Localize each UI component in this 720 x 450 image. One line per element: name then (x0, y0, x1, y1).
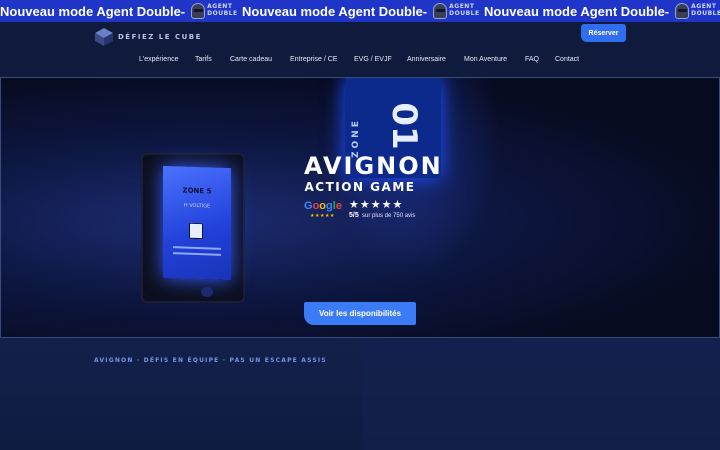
ticker-item[interactable]: Nouveau mode Agent Double- AGENT DOUBLE (484, 0, 720, 22)
screen-title: ZONE 5 (182, 186, 212, 196)
agent-double-logo-icon: AGENT DOUBLE (675, 2, 720, 20)
screen-subtitle: H VOLTIGE (183, 202, 211, 210)
hero-subtitle: ACTION GAME (304, 180, 416, 194)
nav-item-faq[interactable]: FAQ (525, 56, 539, 63)
ticker-logo-text: AGENT DOUBLE (449, 3, 480, 17)
nav-item-mon-aventure[interactable]: Mon Aventure (464, 56, 507, 63)
section-panel (362, 338, 720, 450)
agent-double-logo-icon: AGENT DOUBLE (191, 2, 243, 20)
ticker-logo-text: AGENT DOUBLE (207, 3, 238, 17)
ticker-logo-text: AGENT DOUBLE (691, 3, 720, 17)
nav-item-experience[interactable]: L'expérience (139, 56, 178, 63)
intro-section: AVIGNON · DÉFIS EN ÉQUIPE · PAS UN ESCAP… (0, 338, 720, 450)
cube-logo-icon (94, 27, 114, 47)
reserve-button[interactable]: Réserver (581, 24, 626, 42)
person-icon (189, 222, 203, 240)
site-header: DÉFIEZ LE CUBE Réserver L'expérience Tar… (0, 22, 720, 77)
nav-item-entreprise[interactable]: Entreprise / CE (290, 56, 337, 63)
rating-stars: ★★★★★ (349, 199, 404, 211)
screen-text-line (173, 252, 221, 256)
brand-logo[interactable]: DÉFIEZ LE CUBE (94, 26, 202, 48)
google-rating[interactable]: Google ★★★★★ ★★★★★ 5/5 sur plus de 750 a… (304, 198, 416, 222)
availability-button[interactable]: Voir les disponibilités (304, 302, 416, 325)
nav-item-tarifs[interactable]: Tarifs (195, 56, 212, 63)
game-terminal-image: ZONE 5 H VOLTIGE (141, 153, 245, 303)
promo-ticker: Nouveau mode Agent Double- AGENT DOUBLE … (0, 0, 720, 22)
nav-item-anniversaire[interactable]: Anniversaire (407, 56, 446, 63)
ticker-item[interactable]: Nouveau mode Agent Double- AGENT DOUBLE (0, 0, 243, 22)
ticker-text: Nouveau mode Agent Double- (484, 3, 670, 19)
hero-city-title: AVIGNON (304, 152, 443, 180)
ticker-text: Nouveau mode Agent Double- (0, 3, 186, 19)
agent-double-logo-icon: AGENT DOUBLE (433, 2, 485, 20)
screen-text-line (173, 246, 221, 250)
zone-sign-word: ZONE (351, 118, 361, 158)
google-stars-icon: ★★★★★ (310, 213, 335, 219)
section-tagline: AVIGNON · DÉFIS EN ÉQUIPE · PAS UN ESCAP… (94, 357, 327, 364)
brand-name: DÉFIEZ LE CUBE (118, 33, 202, 41)
nav-item-evg-evjf[interactable]: EVG / EVJF (354, 56, 392, 63)
terminal-port (201, 287, 213, 297)
google-logo-icon: Google (304, 200, 342, 212)
rating-score: 5/5 (349, 212, 359, 219)
ticker-item[interactable]: Nouveau mode Agent Double- AGENT DOUBLE (242, 0, 485, 22)
terminal-screen: ZONE 5 H VOLTIGE (163, 165, 231, 281)
ticker-text: Nouveau mode Agent Double- (242, 3, 428, 19)
rating-count: sur plus de 750 avis (362, 213, 416, 219)
nav-item-carte-cadeau[interactable]: Carte cadeau (230, 56, 272, 63)
nav-item-contact[interactable]: Contact (555, 56, 579, 63)
zone-sign-number: 01 (384, 102, 424, 150)
main-nav: L'expérience Tarifs Carte cadeau Entrepr… (0, 56, 720, 70)
